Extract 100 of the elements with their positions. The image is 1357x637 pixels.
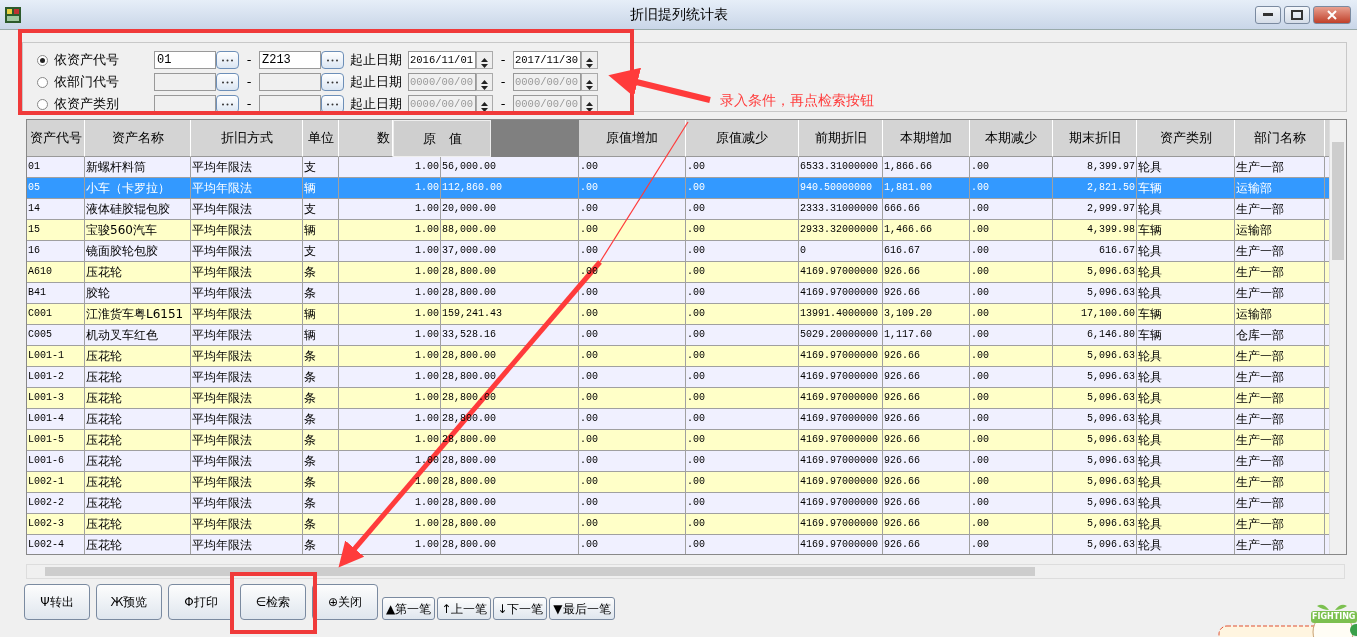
table-cell: 616.67 bbox=[883, 241, 970, 262]
table-cell: .00 bbox=[579, 241, 686, 262]
table-cell: 5,096.63 bbox=[1053, 535, 1137, 554]
column-header[interactable]: 单位 bbox=[303, 120, 339, 157]
table-cell: 2,999.97 bbox=[1053, 199, 1137, 220]
column-header[interactable]: 前期折旧 bbox=[799, 120, 883, 157]
column-header[interactable]: 折旧方式 bbox=[191, 120, 303, 157]
nav-button[interactable]: ▲第一笔 bbox=[382, 597, 436, 620]
table-cell: .00 bbox=[579, 325, 686, 346]
column-header[interactable]: 本期减少 bbox=[970, 120, 1053, 157]
table-cell: 5,096.63 bbox=[1053, 262, 1137, 283]
table-cell: 轮具 bbox=[1137, 430, 1235, 451]
table-cell: 轮具 bbox=[1137, 409, 1235, 430]
toolbar-button[interactable]: Ψ转出 bbox=[24, 584, 90, 620]
nav-button[interactable]: ↓下一笔 bbox=[493, 597, 548, 620]
table-cell: 01 bbox=[27, 157, 85, 178]
table-cell: 1.00 bbox=[339, 262, 441, 283]
toolbar-button[interactable]: Ж预览 bbox=[96, 584, 162, 620]
table-cell: .00 bbox=[970, 409, 1053, 430]
column-header[interactable]: 部门名称 bbox=[1235, 120, 1325, 157]
date-field[interactable]: 2016/11/01 bbox=[408, 51, 476, 69]
table-cell: 20,000.00 bbox=[441, 199, 579, 220]
column-header[interactable]: 原值增加 bbox=[579, 120, 686, 157]
spin-button[interactable] bbox=[581, 51, 598, 69]
close-button[interactable] bbox=[1313, 6, 1351, 24]
table-cell: 1.00 bbox=[339, 283, 441, 304]
radio-label: 依资产代号 bbox=[54, 51, 120, 70]
column-header[interactable]: 期末折旧 bbox=[1053, 120, 1137, 157]
table-cell: 条 bbox=[303, 514, 339, 535]
table-cell: 平均年限法 bbox=[191, 241, 303, 262]
table-cell: 条 bbox=[303, 283, 339, 304]
browse-button[interactable] bbox=[216, 51, 239, 69]
browse-button[interactable] bbox=[321, 51, 344, 69]
spin-button[interactable] bbox=[476, 51, 493, 69]
table-cell: 辆 bbox=[303, 325, 339, 346]
table-cell: 平均年限法 bbox=[191, 199, 303, 220]
table-cell: 镜面胶轮包胶 bbox=[85, 241, 191, 262]
nav-button[interactable]: ↑上一笔 bbox=[437, 597, 492, 620]
table-cell: 辆 bbox=[303, 304, 339, 325]
column-header[interactable]: 资产类别 bbox=[1137, 120, 1235, 157]
table-cell: 轮具 bbox=[1137, 346, 1235, 367]
toolbar-button[interactable]: ⊕关闭 bbox=[312, 584, 378, 620]
table-cell: 运输部 bbox=[1235, 220, 1325, 241]
spin-button[interactable] bbox=[476, 73, 493, 91]
column-header[interactable]: 数 bbox=[339, 120, 393, 157]
table-cell: 机动叉车红色 bbox=[85, 325, 191, 346]
table-cell: 生产一部 bbox=[1235, 535, 1325, 554]
column-header[interactable]: 资产名称 bbox=[85, 120, 191, 157]
table-cell: 条 bbox=[303, 451, 339, 472]
maximize-icon bbox=[1290, 10, 1303, 20]
table-cell: .00 bbox=[970, 220, 1053, 241]
table-cell: 5,096.63 bbox=[1053, 409, 1137, 430]
table-cell: 1.00 bbox=[339, 178, 441, 199]
table-cell: 5,096.63 bbox=[1053, 388, 1137, 409]
nav-button[interactable]: ▼最后一笔 bbox=[549, 597, 615, 620]
table-cell: 轮具 bbox=[1137, 493, 1235, 514]
table-cell: C001 bbox=[27, 304, 85, 325]
table-cell: 1.00 bbox=[339, 409, 441, 430]
table-cell: 压花轮 bbox=[85, 262, 191, 283]
vertical-scrollbar[interactable] bbox=[1329, 120, 1346, 554]
table-cell: 轮具 bbox=[1137, 535, 1235, 554]
table-cell: 926.66 bbox=[883, 451, 970, 472]
radio-button[interactable] bbox=[37, 54, 48, 66]
column-header[interactable]: 原值减少 bbox=[686, 120, 799, 157]
minimize-button[interactable] bbox=[1254, 6, 1281, 24]
dash-text: - bbox=[245, 95, 253, 114]
table-cell: 4169.97000000 bbox=[799, 367, 883, 388]
table-cell: .00 bbox=[579, 346, 686, 367]
date-field[interactable]: 2017/11/30 bbox=[513, 51, 581, 69]
table-cell: 轮具 bbox=[1137, 283, 1235, 304]
input-field[interactable]: 01 bbox=[154, 51, 216, 69]
table-cell: .00 bbox=[579, 367, 686, 388]
table-cell: 4169.97000000 bbox=[799, 472, 883, 493]
input-field[interactable]: Z213 bbox=[259, 51, 321, 69]
table-cell: 5,096.63 bbox=[1053, 283, 1137, 304]
browse-button[interactable] bbox=[216, 73, 239, 91]
date-label: 起止日期 bbox=[350, 51, 402, 70]
table-cell: 5,096.63 bbox=[1053, 451, 1137, 472]
table-cell: 4169.97000000 bbox=[799, 451, 883, 472]
table-cell: 压花轮 bbox=[85, 388, 191, 409]
toolbar-button[interactable]: ∈检索 bbox=[240, 584, 306, 620]
browse-button[interactable] bbox=[321, 73, 344, 91]
table-cell: 车辆 bbox=[1137, 304, 1235, 325]
column-header[interactable]: 本期增加 bbox=[883, 120, 970, 157]
table-cell: C005 bbox=[27, 325, 85, 346]
table-cell: 4169.97000000 bbox=[799, 514, 883, 535]
horizontal-scrollbar[interactable] bbox=[26, 564, 1345, 579]
table-cell: .00 bbox=[970, 283, 1053, 304]
column-header[interactable]: 原 值 bbox=[393, 120, 491, 157]
table-cell: 生产一部 bbox=[1235, 262, 1325, 283]
maximize-button[interactable] bbox=[1283, 6, 1310, 24]
window-title: 折旧提列统计表 bbox=[629, 5, 728, 24]
table-cell: 14 bbox=[27, 199, 85, 220]
table-cell: 159,241.43 bbox=[441, 304, 579, 325]
column-header[interactable]: 资产代号 bbox=[27, 120, 85, 157]
spin-button[interactable] bbox=[581, 73, 598, 91]
table-cell: 条 bbox=[303, 430, 339, 451]
table-cell: 28,800.00 bbox=[441, 283, 579, 304]
table-cell: 平均年限法 bbox=[191, 367, 303, 388]
table-cell: .00 bbox=[686, 241, 799, 262]
